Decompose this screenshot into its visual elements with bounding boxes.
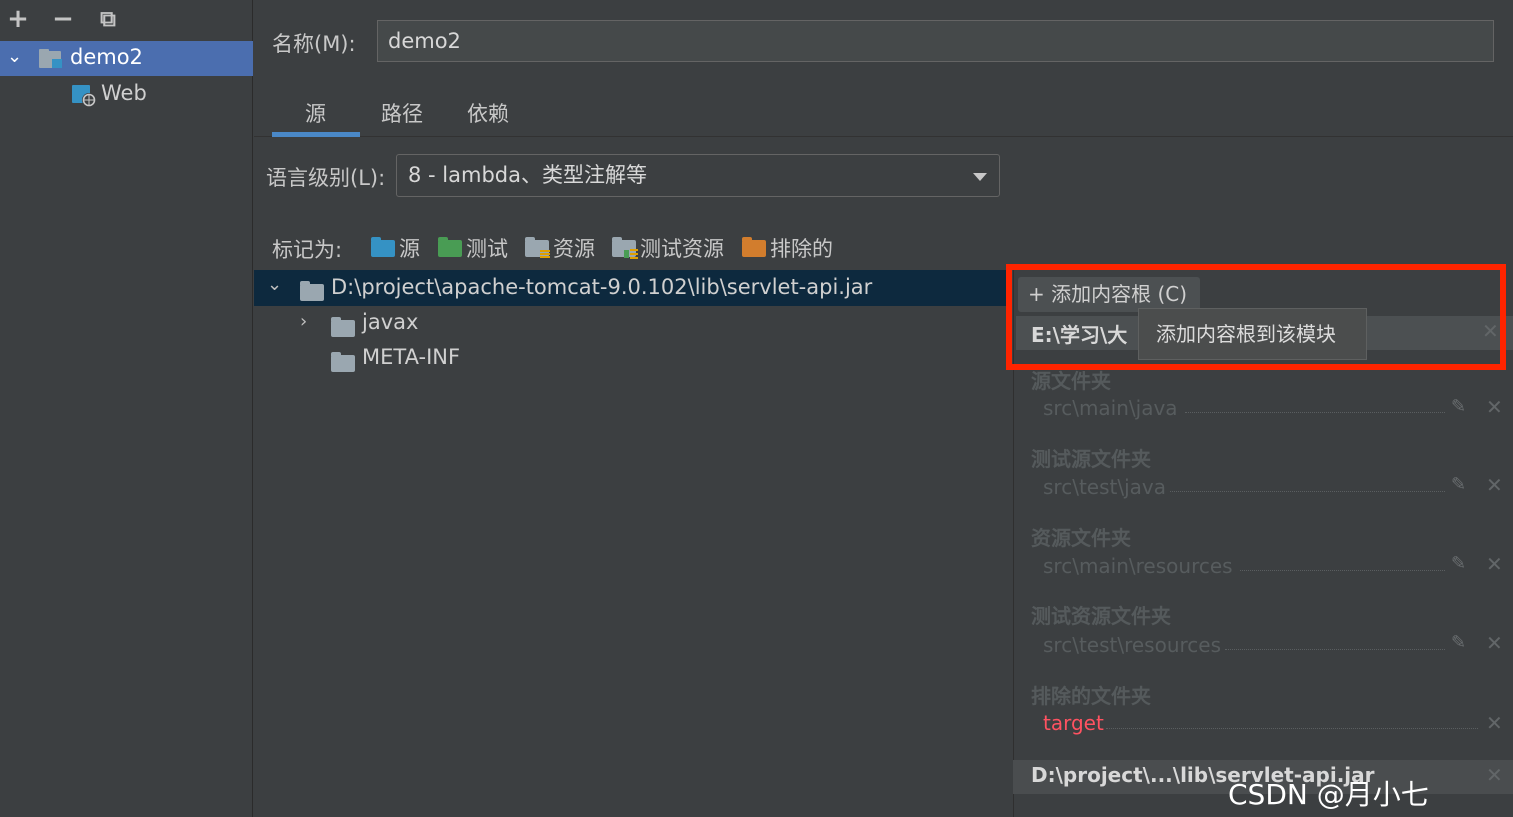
mark-sources-button[interactable]: 源: [371, 233, 420, 263]
facet-name: Web: [101, 81, 147, 105]
tree-item-label: javax: [362, 310, 419, 334]
leader-dots: [1170, 491, 1445, 492]
source-folder-path: src\main\java: [1043, 396, 1178, 420]
mark-resources-button[interactable]: 资源: [525, 233, 595, 263]
mark-excluded-label: 排除的: [770, 237, 833, 261]
copy-module-button[interactable]: ⧉: [94, 6, 122, 32]
mark-excluded-button[interactable]: 排除的: [742, 233, 833, 263]
leader-dots: [1185, 412, 1445, 413]
language-level-select[interactable]: 8 - lambda、类型注解等: [396, 154, 1000, 197]
mark-as-label: 标记为:: [272, 238, 343, 262]
source-folder-icon: [371, 236, 395, 257]
module-folder-icon: [38, 48, 62, 68]
tab-paths[interactable]: 路径: [381, 98, 423, 128]
test-resources-folder-path: src\test\resources: [1043, 633, 1222, 657]
tree-row-root[interactable]: ⌄ D:\project\apache-tomcat-9.0.102\lib\s…: [254, 270, 1006, 306]
web-facet-icon: [71, 84, 96, 107]
edit-pencil-icon[interactable]: ✎: [1451, 632, 1466, 653]
edit-pencil-icon[interactable]: ✎: [1451, 474, 1466, 495]
tree-row-meta-inf[interactable]: META-INF: [254, 341, 1006, 377]
remove-icon[interactable]: ✕: [1486, 711, 1503, 735]
dropdown-arrow-icon[interactable]: [973, 173, 987, 181]
module-name: demo2: [70, 45, 143, 69]
section-title-excluded: 排除的文件夹: [1031, 684, 1151, 708]
test-resources-folder-icon: [612, 236, 638, 259]
tab-divider: [254, 136, 1513, 137]
mark-tests-label: 测试: [466, 237, 508, 261]
remove-icon[interactable]: ✕: [1486, 552, 1503, 576]
tab-sources[interactable]: 源: [305, 98, 326, 128]
remove-module-button[interactable]: −: [49, 4, 77, 34]
chevron-down-icon[interactable]: ⌄: [267, 274, 282, 295]
mark-test-resources-label: 测试资源: [640, 237, 724, 261]
highlight-annotation-box: [1006, 264, 1506, 370]
test-folder-path: src\test\java: [1043, 475, 1166, 499]
language-level-value: 8 - lambda、类型注解等: [408, 163, 647, 187]
excluded-folder-path: target: [1043, 711, 1104, 735]
mark-resources-label: 资源: [553, 237, 595, 261]
module-tree-item-web[interactable]: Web: [0, 77, 253, 112]
tree-row-javax[interactable]: › javax: [254, 306, 1006, 342]
watermark: CSDN @月小七_lucky: [1228, 778, 1429, 817]
folder-icon: [331, 352, 355, 372]
section-title-resources: 资源文件夹: [1031, 526, 1131, 550]
modules-pane: + − ⧉ ⌄ demo2 Web: [0, 0, 253, 817]
remove-icon[interactable]: ✕: [1486, 631, 1503, 655]
resources-folder-path: src\main\resources: [1043, 554, 1233, 578]
remove-icon[interactable]: ✕: [1486, 473, 1503, 497]
folder-icon: [331, 317, 355, 337]
language-level-label: 语言级别(L):: [266, 166, 386, 190]
chevron-right-icon[interactable]: ›: [300, 311, 307, 332]
remove-icon[interactable]: ✕: [1486, 395, 1503, 419]
tab-dependencies[interactable]: 依赖: [467, 98, 509, 128]
mark-sources-label: 源: [399, 237, 420, 261]
module-tree-item-demo2[interactable]: ⌄ demo2: [0, 41, 253, 76]
section-title-test-sources: 测试源文件夹: [1031, 447, 1151, 471]
leader-dots: [1106, 728, 1478, 729]
tree-root-path: D:\project\apache-tomcat-9.0.102\lib\ser…: [331, 275, 873, 299]
edit-pencil-icon[interactable]: ✎: [1451, 396, 1466, 417]
name-label: 名称(M):: [272, 32, 356, 56]
chevron-down-icon[interactable]: ⌄: [7, 46, 22, 67]
test-folder-icon: [438, 236, 462, 257]
folder-icon: [300, 281, 324, 301]
mark-tests-button[interactable]: 测试: [438, 233, 508, 263]
add-module-button[interactable]: +: [4, 4, 32, 34]
mark-test-resources-button[interactable]: 测试资源: [612, 233, 724, 263]
tree-item-label: META-INF: [362, 345, 461, 369]
edit-pencil-icon[interactable]: ✎: [1451, 553, 1466, 574]
active-tab-indicator: [272, 132, 360, 137]
section-title-test-resources: 测试资源文件夹: [1031, 604, 1171, 628]
module-name-input[interactable]: demo2: [377, 20, 1494, 62]
excluded-folder-icon: [742, 236, 766, 257]
leader-dots: [1240, 570, 1445, 571]
resources-folder-icon: [525, 236, 550, 258]
leader-dots: [1225, 649, 1445, 650]
